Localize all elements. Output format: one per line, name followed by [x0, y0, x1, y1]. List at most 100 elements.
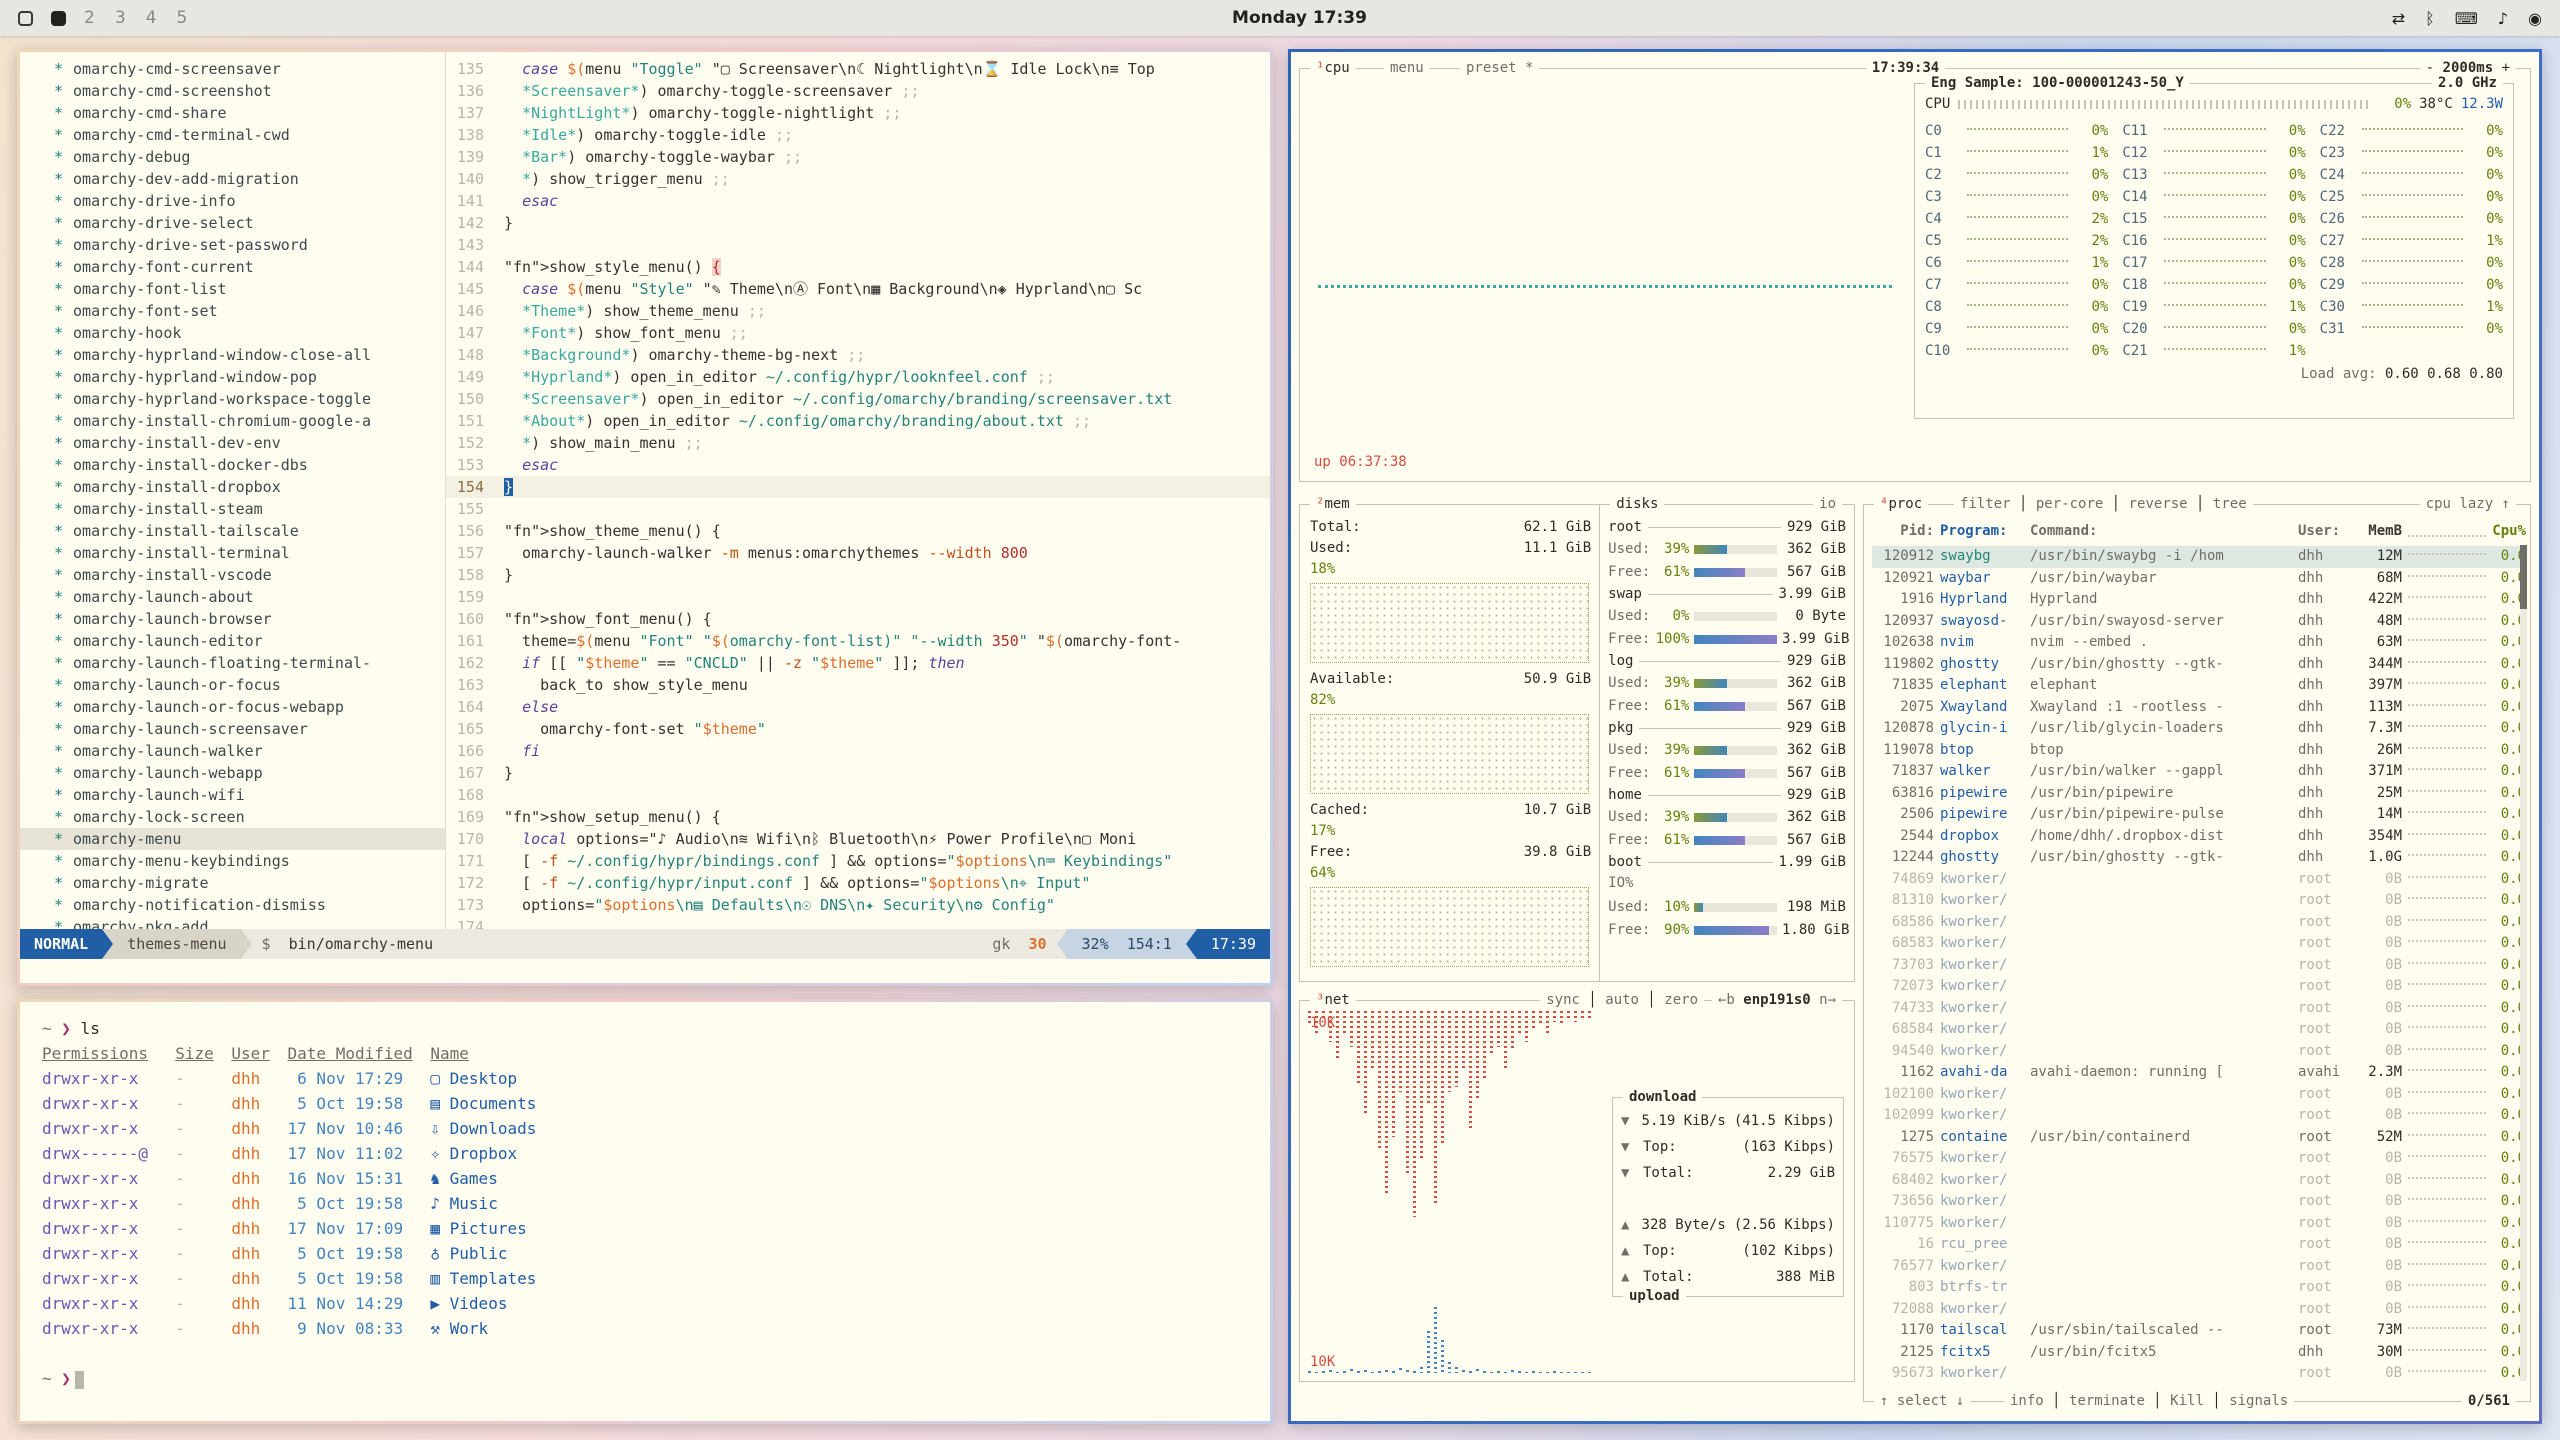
iface-prev-button[interactable]: ←b	[1718, 992, 1735, 1008]
code-line[interactable]: 173 options="$options\n▤ Defaults\n☉ DNS…	[446, 894, 1270, 916]
file-item[interactable]: *omarchy-install-dev-env	[54, 432, 445, 454]
editor-window[interactable]: *omarchy-cmd-screensaver*omarchy-cmd-scr…	[17, 49, 1273, 986]
process-row[interactable]: 74869kworker/root0B0.0	[1872, 869, 2526, 891]
iface-next-button[interactable]: n→	[1819, 992, 1836, 1008]
process-row[interactable]: 81310kworker/root0B0.0	[1872, 890, 2526, 912]
proc-tab-per-core[interactable]: per-core	[2036, 496, 2103, 512]
process-row[interactable]: 63816pipewire/usr/bin/pipewiredhh25M0.0	[1872, 783, 2526, 805]
scrollbar-thumb[interactable]	[2520, 545, 2527, 609]
process-row[interactable]: 72073kworker/root0B0.0	[1872, 976, 2526, 998]
file-item[interactable]: *omarchy-dev-add-migration	[54, 168, 445, 190]
process-row[interactable]: 73703kworker/root0B0.0	[1872, 955, 2526, 977]
power-icon[interactable]: ◉	[2528, 9, 2542, 28]
file-item[interactable]: *omarchy-install-dropbox	[54, 476, 445, 498]
proc-tab-reverse[interactable]: reverse	[2129, 496, 2188, 512]
code-line[interactable]: 162 if [[ "$theme" == "CNCLD" || -z "$th…	[446, 652, 1270, 674]
net-auto-button[interactable]: auto	[1605, 992, 1639, 1008]
process-row[interactable]: 119078btopbtopdhh26M0.0	[1872, 740, 2526, 762]
code-line[interactable]: 154}	[446, 476, 1270, 498]
process-row[interactable]: 76577kworker/root0B0.0	[1872, 1256, 2526, 1278]
file-item[interactable]: *omarchy-menu	[20, 828, 445, 850]
file-item[interactable]: *omarchy-launch-or-focus	[54, 674, 445, 696]
proc-col-header[interactable]: MemB	[2356, 521, 2402, 542]
workspace-number[interactable]: 2	[84, 8, 95, 28]
file-item[interactable]: *omarchy-drive-info	[54, 190, 445, 212]
file-item[interactable]: *omarchy-debug	[54, 146, 445, 168]
proc-action-signals[interactable]: signals	[2229, 1393, 2288, 1409]
file-item[interactable]: *omarchy-launch-about	[54, 586, 445, 608]
keyboard-icon[interactable]: ⌨	[2455, 9, 2478, 28]
code-line[interactable]: 142}	[446, 212, 1270, 234]
file-item[interactable]: *omarchy-launch-floating-terminal-	[54, 652, 445, 674]
code-line[interactable]: 161 theme=$(menu "Font" "$(omarchy-font-…	[446, 630, 1270, 652]
workspace-number[interactable]: 5	[176, 8, 187, 28]
code-pane[interactable]: 135 case $(menu "Toggle" "▢ Screensaver\…	[446, 52, 1270, 929]
proc-action-terminate[interactable]: terminate	[2069, 1393, 2145, 1409]
code-line[interactable]: 159	[446, 586, 1270, 608]
code-line[interactable]: 148 *Background*) omarchy-theme-bg-next …	[446, 344, 1270, 366]
process-row[interactable]: 120937swayosd-/usr/bin/swayosd-serverdhh…	[1872, 611, 2526, 633]
file-item[interactable]: *omarchy-install-vscode	[54, 564, 445, 586]
code-line[interactable]: 166 fi	[446, 740, 1270, 762]
process-row[interactable]: 102100kworker/root0B0.0	[1872, 1084, 2526, 1106]
file-item[interactable]: *omarchy-pkg-add	[54, 916, 445, 929]
code-line[interactable]: 152 *) show_main_menu ;;	[446, 432, 1270, 454]
code-line[interactable]: 150 *Screensaver*) open_in_editor ~/.con…	[446, 388, 1270, 410]
file-item[interactable]: *omarchy-launch-webapp	[54, 762, 445, 784]
process-row[interactable]: 68586kworker/root0B0.0	[1872, 912, 2526, 934]
file-item[interactable]: *omarchy-cmd-terminal-cwd	[54, 124, 445, 146]
process-row[interactable]: 74733kworker/root0B0.0	[1872, 998, 2526, 1020]
process-row[interactable]: 120878glycin-i/usr/lib/glycin-loadersdhh…	[1872, 718, 2526, 740]
process-row[interactable]: 72088kworker/root0B0.0	[1872, 1299, 2526, 1321]
code-line[interactable]: 157 omarchy-launch-walker -m menus:omarc…	[446, 542, 1270, 564]
file-item[interactable]: *omarchy-install-chromium-google-a	[54, 410, 445, 432]
proc-col-header[interactable]: Program:	[1940, 521, 2024, 542]
process-row[interactable]: 120921waybar/usr/bin/waybardhh68M0.0	[1872, 568, 2526, 590]
file-item[interactable]: *omarchy-install-terminal	[54, 542, 445, 564]
process-row[interactable]: 68583kworker/root0B0.0	[1872, 933, 2526, 955]
process-row[interactable]: 68584kworker/root0B0.0	[1872, 1019, 2526, 1041]
net-sync-button[interactable]: sync	[1546, 992, 1580, 1008]
code-line[interactable]: 168	[446, 784, 1270, 806]
process-row[interactable]: 1916HyprlandHyprlanddhh422M0.0	[1872, 589, 2526, 611]
process-row[interactable]: 76575kworker/root0B0.0	[1872, 1148, 2526, 1170]
code-line[interactable]: 158}	[446, 564, 1270, 586]
proc-col-header[interactable]: Cpu%	[2492, 521, 2526, 542]
volume-icon[interactable]: ♪	[2498, 9, 2508, 28]
code-line[interactable]: 156"fn">show_theme_menu() {	[446, 520, 1270, 542]
code-line[interactable]: 172 [ -f ~/.config/hypr/input.conf ] && …	[446, 872, 1270, 894]
code-line[interactable]: 151 *About*) open_in_editor ~/.config/om…	[446, 410, 1270, 432]
file-item[interactable]: *omarchy-cmd-screensaver	[54, 58, 445, 80]
code-line[interactable]: 170 local options="♪ Audio\n≋ Wifi\nᛒ Bl…	[446, 828, 1270, 850]
file-item[interactable]: *omarchy-drive-select	[54, 212, 445, 234]
proc-col-header[interactable]: User:	[2298, 521, 2350, 542]
file-item[interactable]: *omarchy-launch-editor	[54, 630, 445, 652]
proc-tab-filter[interactable]: filter	[1960, 496, 2011, 512]
bluetooth-icon[interactable]: ᛒ	[2425, 9, 2435, 28]
proc-tab-tree[interactable]: tree	[2213, 496, 2247, 512]
code-line[interactable]: 160"fn">show_font_menu() {	[446, 608, 1270, 630]
terminal-window[interactable]: ~ ❯ ls PermissionsSizeUserDate ModifiedN…	[17, 999, 1273, 1424]
io-tab[interactable]: io	[1813, 494, 1842, 515]
proc-sort-mode[interactable]: cpu lazy ↑	[2420, 494, 2516, 515]
proc-scrollbar[interactable]	[2520, 545, 2527, 1381]
file-item[interactable]: *omarchy-drive-set-password	[54, 234, 445, 256]
code-line[interactable]: 145 case $(menu "Style" "✎ Theme\nⒶ Font…	[446, 278, 1270, 300]
process-row[interactable]: 2544dropbox/home/dhh/.dropbox-distdhh354…	[1872, 826, 2526, 848]
mem-box-title[interactable]: ²mem	[1310, 494, 1356, 515]
process-row[interactable]: 71835elephantelephantdhh397M0.0	[1872, 675, 2526, 697]
file-item[interactable]: *omarchy-launch-browser	[54, 608, 445, 630]
menu-button[interactable]: menu	[1384, 58, 1430, 79]
file-item[interactable]: *omarchy-launch-walker	[54, 740, 445, 762]
file-item[interactable]: *omarchy-font-set	[54, 300, 445, 322]
file-item[interactable]: *omarchy-cmd-share	[54, 102, 445, 124]
file-item[interactable]: *omarchy-hook	[54, 322, 445, 344]
code-line[interactable]: 149 *Hyprland*) open_in_editor ~/.config…	[446, 366, 1270, 388]
process-row[interactable]: 1170tailscal/usr/sbin/tailscaled --root7…	[1872, 1320, 2526, 1342]
process-row[interactable]: 68402kworker/root0B0.0	[1872, 1170, 2526, 1192]
file-item[interactable]: *omarchy-hyprland-window-close-all	[54, 344, 445, 366]
process-row[interactable]: 95673kworker/root0B0.0	[1872, 1363, 2526, 1385]
proc-col-header[interactable]: Command:	[2030, 521, 2292, 542]
process-row[interactable]: 12244ghostty/usr/bin/ghostty --gtk-dhh1.…	[1872, 847, 2526, 869]
code-line[interactable]: 141 esac	[446, 190, 1270, 212]
